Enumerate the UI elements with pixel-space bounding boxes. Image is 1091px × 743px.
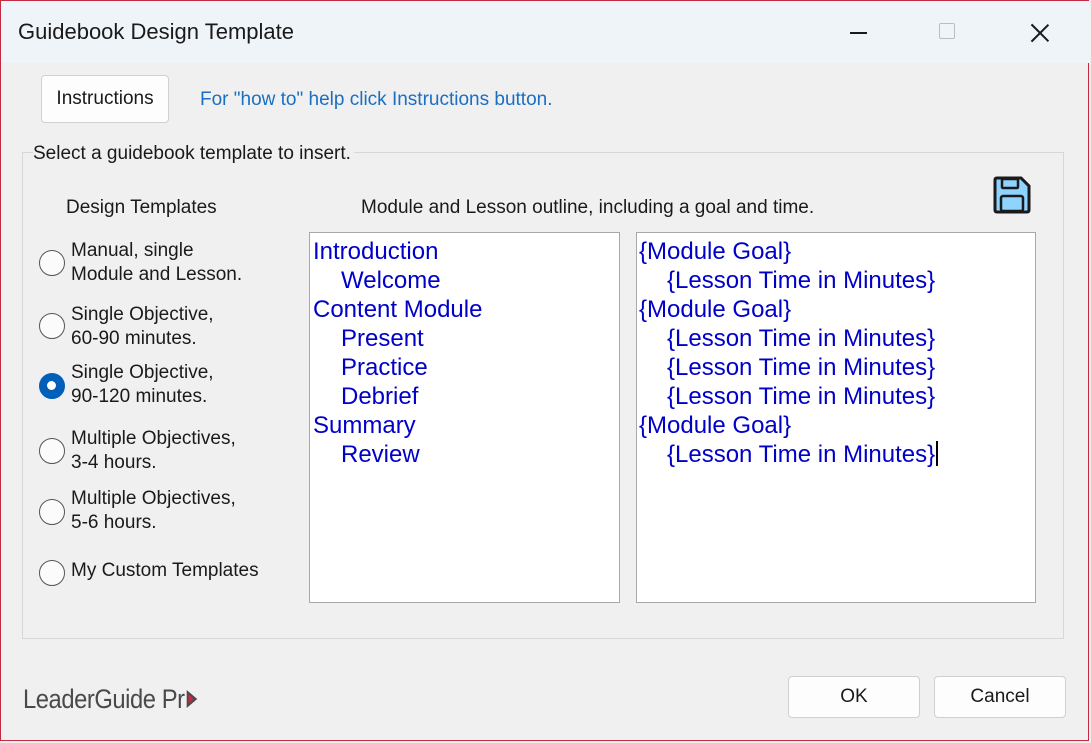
radio-button[interactable] [39,313,65,339]
option-label: My Custom Templates [71,560,259,581]
goal-line: {Module Goal} [639,412,792,439]
outline-module: Summary [313,412,416,439]
radio-button[interactable] [39,250,65,276]
outline-textbox[interactable]: Introduction Welcome Content Module Pres… [309,232,620,603]
outline-module: Introduction [313,238,439,265]
text-caret [936,441,938,466]
cancel-button[interactable]: Cancel [934,676,1066,718]
leaderguide-logo: LeaderGuide Pr [23,684,199,715]
outline-lesson: Review [341,441,420,468]
time-line: {Lesson Time in Minutes} [667,354,936,381]
dialog-window: Guidebook Design Template Instructions F… [0,0,1090,741]
maximize-button [903,1,993,63]
time-line: {Lesson Time in Minutes} [667,325,936,352]
design-templates-heading: Design Templates [66,197,217,218]
option-label: Single Objective, 60-90 minutes. [71,304,214,349]
time-line: {Lesson Time in Minutes} [667,440,938,469]
option-label: Multiple Objectives, 3-4 hours. [71,428,236,473]
radio-button[interactable] [39,560,65,586]
goal-time-textbox[interactable]: {Module Goal} {Lesson Time in Minutes} {… [636,232,1036,603]
outline-heading: Module and Lesson outline, including a g… [361,197,815,218]
outline-lesson: Present [341,325,424,352]
option-label: Manual, single Module and Lesson. [71,240,243,285]
group-label: Select a guidebook template to insert. [33,143,354,165]
instructions-button[interactable]: Instructions [41,75,169,123]
outline-module: Content Module [313,296,483,323]
radio-button-selected[interactable] [39,373,65,399]
time-line: {Lesson Time in Minutes} [667,383,936,410]
floppy-disk-icon[interactable] [991,175,1033,215]
title-bar: Guidebook Design Template [1,1,1090,63]
minimize-button[interactable] [813,1,903,63]
radio-button[interactable] [39,499,65,525]
goal-line: {Module Goal} [639,238,792,265]
time-line: {Lesson Time in Minutes} [667,267,936,294]
window-title: Guidebook Design Template [18,19,294,44]
outline-lesson: Practice [341,354,428,381]
outline-lesson: Debrief [341,383,419,410]
logo-mark-icon [185,686,199,708]
radio-button[interactable] [39,438,65,464]
help-hint: For "how to" help click Instructions but… [200,89,553,110]
option-label: Multiple Objectives, 5-6 hours. [71,488,236,533]
outline-lesson: Welcome [341,267,441,294]
option-label: Single Objective, 90-120 minutes. [71,362,214,407]
close-button[interactable] [995,1,1085,63]
goal-line: {Module Goal} [639,296,792,323]
ok-button[interactable]: OK [788,676,920,718]
